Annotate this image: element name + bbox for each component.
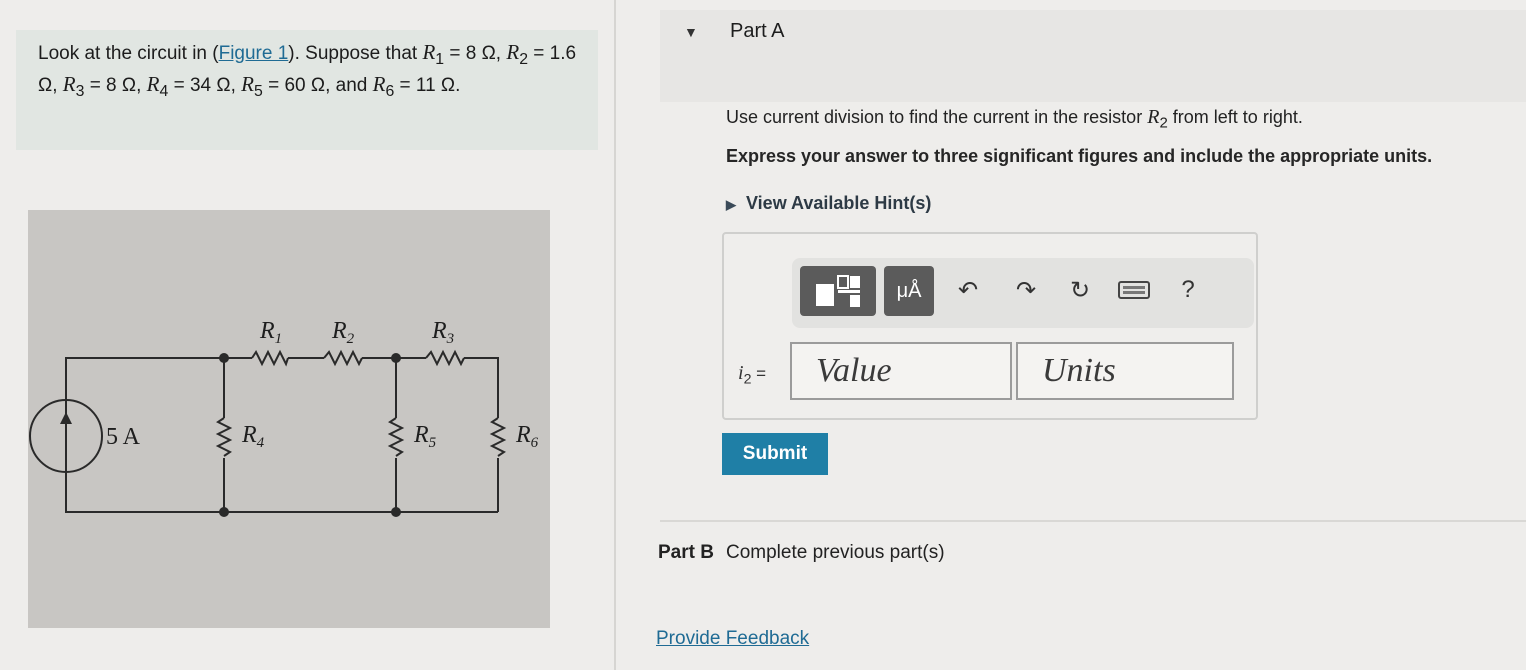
r5-label: R5 bbox=[413, 422, 437, 451]
view-hints-link[interactable]: ▶ View Available Hint(s) bbox=[726, 193, 931, 214]
math-toolbar: μÅ ↶ ↷ ↻ ? bbox=[792, 258, 1254, 328]
r3-resistor bbox=[425, 349, 465, 367]
expand-triangle-icon: ▶ bbox=[726, 197, 736, 212]
section-divider bbox=[660, 520, 1526, 522]
r1-symbol: R bbox=[422, 40, 436, 64]
help-icon[interactable]: ? bbox=[1170, 276, 1206, 304]
figure-link[interactable]: Figure 1 bbox=[219, 43, 289, 64]
units-button[interactable]: μÅ bbox=[884, 266, 934, 316]
node-2 bbox=[391, 353, 401, 363]
redo-icon[interactable]: ↷ bbox=[1008, 276, 1044, 305]
part-a-title[interactable]: Part A bbox=[730, 20, 784, 43]
collapse-triangle-icon[interactable]: ▼ bbox=[684, 24, 698, 40]
view-hints-label: View Available Hint(s) bbox=[746, 193, 932, 213]
wire-left-top bbox=[65, 357, 224, 420]
r4-value: = 34 Ω, bbox=[173, 74, 236, 96]
node-1 bbox=[219, 353, 229, 363]
r6-value: = 11 Ω. bbox=[399, 74, 461, 96]
r2-symbol: R bbox=[506, 40, 520, 64]
source-label: 5 A bbox=[106, 424, 141, 450]
circuit-diagram: 5 A R1 R2 R3 R4 R5 R6 bbox=[29, 318, 539, 517]
r2-label: R2 bbox=[331, 318, 355, 347]
r5-symbol: R bbox=[241, 71, 254, 96]
r6-resistor bbox=[489, 417, 507, 457]
part-b-row: Part B Complete previous part(s) bbox=[658, 542, 945, 564]
left-column: Look at the circuit in (Figure 1). Suppo… bbox=[0, 0, 614, 670]
r6-symbol: R bbox=[372, 71, 386, 96]
source-arrow-head bbox=[60, 412, 72, 424]
r4-resistor bbox=[215, 417, 233, 457]
r3-symbol: R bbox=[62, 71, 76, 96]
r6-label: R6 bbox=[515, 422, 539, 451]
r1-label: R1 bbox=[259, 318, 282, 347]
templates-button[interactable] bbox=[800, 266, 876, 316]
r1-resistor bbox=[251, 349, 289, 367]
part-a-instruction: Use current division to find the current… bbox=[726, 106, 1303, 132]
express-instruction: Express your answer to three significant… bbox=[726, 146, 1433, 166]
keyboard-icon[interactable] bbox=[1116, 278, 1152, 309]
r2-resistor bbox=[323, 349, 363, 367]
r3-label: R3 bbox=[431, 318, 454, 347]
provide-feedback-link[interactable]: Provide Feedback bbox=[656, 628, 809, 650]
r5-resistor bbox=[387, 417, 405, 457]
problem-text-1: Look at the circuit in ( bbox=[38, 43, 219, 64]
undo-icon[interactable]: ↶ bbox=[950, 276, 986, 305]
r5-value: = 60 Ω, and bbox=[268, 74, 368, 96]
r3-value: = 8 Ω, bbox=[89, 74, 142, 96]
circuit-figure: 5 A R1 R2 R3 R4 R5 R6 bbox=[28, 210, 550, 628]
answer-variable-label: i2 = bbox=[738, 362, 767, 388]
submit-button[interactable]: Submit bbox=[722, 433, 828, 475]
wire-right-top bbox=[464, 357, 499, 418]
problem-statement: Look at the circuit in (Figure 1). Suppo… bbox=[16, 30, 598, 150]
value-input[interactable]: Value bbox=[790, 342, 1012, 400]
r4-label: R4 bbox=[241, 422, 265, 451]
units-input[interactable]: Units bbox=[1016, 342, 1234, 400]
part-a-header[interactable] bbox=[660, 10, 1526, 102]
node-3 bbox=[219, 507, 229, 517]
r1-value: = 8 Ω, bbox=[449, 43, 502, 64]
part-b-title: Part B bbox=[658, 542, 714, 563]
answer-panel: μÅ ↶ ↷ ↻ ? i2 = Value Units bbox=[722, 232, 1258, 420]
column-divider bbox=[614, 0, 616, 670]
problem-text-2: ). Suppose that bbox=[288, 43, 418, 64]
r4-symbol: R bbox=[146, 71, 160, 96]
node-4 bbox=[391, 507, 401, 517]
templates-icon bbox=[816, 275, 860, 307]
reset-icon[interactable]: ↻ bbox=[1062, 276, 1098, 305]
part-b-status: Complete previous part(s) bbox=[725, 542, 945, 563]
wire-bottom bbox=[65, 452, 498, 513]
